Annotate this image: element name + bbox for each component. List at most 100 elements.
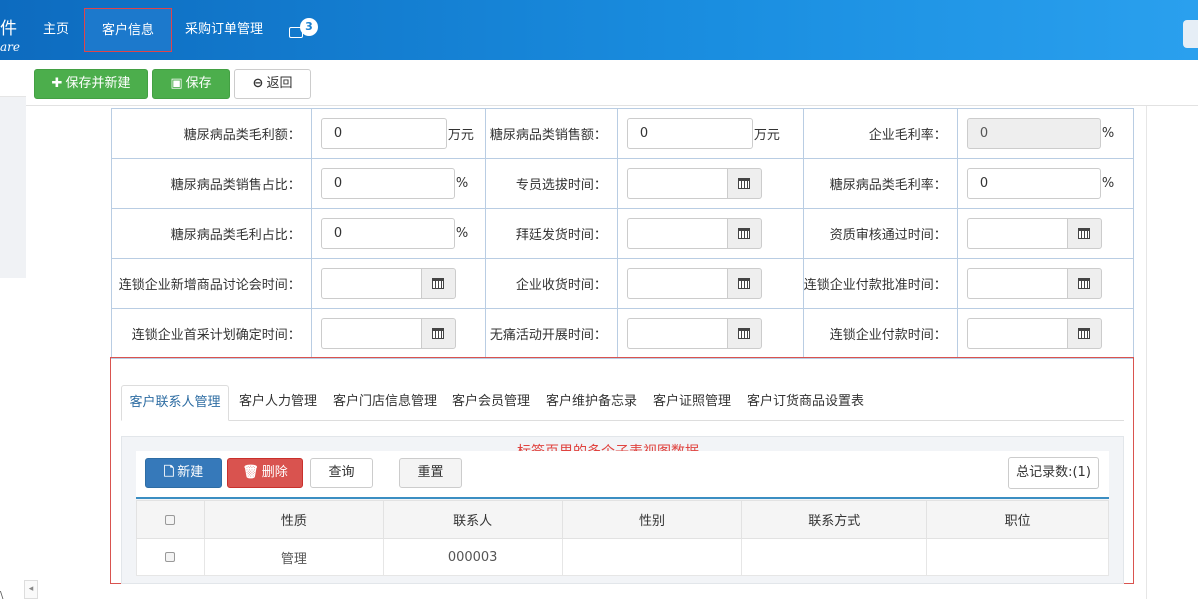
payment-approval-date[interactable] [966,268,1102,299]
tab-order-products[interactable]: 客户订货商品设置表 [747,385,864,421]
delete-label: 删除 [261,465,288,480]
column-header[interactable]: 联系方式 [741,500,928,539]
new-button[interactable]: 🗋 新建 [145,458,222,488]
delete-button[interactable]: 🗑 删除 [227,458,303,488]
nav-home[interactable]: 主页 [30,0,82,60]
table-row[interactable]: 管理 000003 [136,538,1109,576]
tab-members[interactable]: 客户会员管理 [452,385,530,421]
unit-label: % [455,226,469,241]
calendar-icon[interactable] [1066,318,1102,349]
field-label: 连锁企业首采计划确定时间： [111,308,312,359]
form-row: 连锁企业首采计划确定时间： 无痛活动开展时间： 连锁企业付款时间： [111,308,1135,359]
query-button[interactable]: 查询 [310,458,373,488]
calendar-icon[interactable] [726,168,762,199]
field-label: 连锁企业付款时间： [802,308,958,359]
tab-memos[interactable]: 客户维护备忘录 [546,385,637,421]
column-header[interactable]: 职位 [926,500,1109,539]
field-label: 糖尿病品类毛利额： [111,108,312,159]
specialist-selection-date[interactable] [626,168,762,199]
contacts-table: 性质 联系人 性别 联系方式 职位 管理 000003 [136,500,1109,576]
table-cell: 管理 [203,538,384,576]
tab-staff[interactable]: 客户人力管理 [239,385,317,421]
company-margin-input: 0 [966,118,1101,149]
qualification-approval-date[interactable] [966,218,1102,249]
form-row: 糖尿病品类毛利占比： 0% 拜廷发货时间： 资质审核通过时间： [111,208,1135,259]
column-header[interactable]: 性别 [561,500,743,539]
reset-button[interactable]: 重置 [399,458,462,488]
floppy-icon: ▣ [170,76,183,91]
new-label: 新建 [177,465,204,480]
calendar-icon[interactable] [1066,218,1102,249]
top-navbar: 件 are 主页 客户信息 采购订单管理 3 [0,0,1198,60]
back-label: 返回 [266,76,293,91]
tab-licenses[interactable]: 客户证照管理 [653,385,731,421]
nav-pages[interactable]: 3 [280,0,320,60]
tab-stores[interactable]: 客户门店信息管理 [333,385,437,421]
calendar-icon[interactable] [726,268,762,299]
select-all-checkbox[interactable] [165,514,176,525]
save-and-new-label: 保存并新建 [65,76,131,91]
calendar-icon[interactable] [420,268,456,299]
first-purchase-plan-date[interactable] [320,318,456,349]
plus-icon: ✚ [51,76,63,91]
nav-purchase-orders[interactable]: 采购订单管理 [178,0,270,60]
painless-activity-date[interactable] [626,318,762,349]
diabetes-gross-profit-input[interactable]: 0 [320,118,447,149]
row-select-cell [136,538,205,576]
unit-label: % [1101,176,1115,191]
row-checkbox[interactable] [165,552,176,562]
tab-contacts[interactable]: 客户联系人管理 [121,385,229,421]
unit-label: % [455,176,469,191]
new-product-meeting-date[interactable] [320,268,456,299]
table-cell [926,538,1109,576]
diabetes-sales-share-input[interactable]: 0 [320,168,455,199]
notification-badge: 3 [300,18,318,36]
field-label: 连锁企业新增商品讨论会时间： [111,258,312,309]
shipment-date[interactable] [626,218,762,249]
circle-back-icon: ⊖ [252,76,264,91]
diabetes-margin-input[interactable]: 0 [966,168,1101,199]
calendar-icon[interactable] [726,218,762,249]
field-label: 资质审核通过时间： [802,208,958,259]
subtable-toolbar: 🗋 新建 🗑 删除 查询 重置 [136,451,1109,499]
user-avatar[interactable] [1183,20,1198,48]
diabetes-profit-share-input[interactable]: 0 [320,218,455,249]
nav-customer-info[interactable]: 客户信息 [84,8,172,52]
calendar-icon[interactable] [1066,268,1102,299]
divider [1146,106,1147,599]
file-icon: 🗋 [163,465,175,480]
diabetes-sales-input[interactable]: 0 [626,118,753,149]
form-row: 连锁企业新增商品讨论会时间： 企业收货时间： 连锁企业付款批准时间： [111,258,1135,309]
total-records: 总记录数:(1) [1008,457,1099,489]
field-label: 企业毛利率： [802,108,958,159]
table-cell [561,538,743,576]
form-row: 糖尿病品类销售占比： 0% 专员选拔时间： 糖尿病品类毛利率： 0% [111,158,1135,209]
corner-glyph: \ [0,590,4,601]
column-header[interactable]: 联系人 [382,500,563,539]
table-header-row: 性质 联系人 性别 联系方式 职位 [136,500,1109,539]
unit-label: 万元 [447,128,474,143]
field-label: 糖尿病品类销售额： [485,108,618,159]
logo-subtext: are [0,40,20,54]
column-header[interactable]: 性质 [203,500,384,539]
field-label: 企业收货时间： [485,258,618,309]
logo-text: 件 [0,19,17,39]
field-label: 无痛活动开展时间： [485,308,618,359]
scroll-left-arrow[interactable]: ◂ [24,580,38,599]
payment-date[interactable] [966,318,1102,349]
table-cell [741,538,928,576]
table-cell: 000003 [382,538,563,576]
save-button[interactable]: ▣ 保存 [152,69,230,99]
save-label: 保存 [185,76,212,91]
field-label: 糖尿病品类销售占比： [111,158,312,209]
save-and-new-button[interactable]: ✚ 保存并新建 [34,69,148,99]
unit-label: % [1101,126,1115,141]
field-label: 专员选拔时间： [485,158,618,209]
unit-label: 万元 [753,128,780,143]
calendar-icon[interactable] [726,318,762,349]
select-all-cell [136,500,205,539]
calendar-icon[interactable] [420,318,456,349]
back-button[interactable]: ⊖ 返回 [234,69,311,99]
goods-received-date[interactable] [626,268,762,299]
customer-form: 糖尿病品类毛利额： 0 万元 糖尿病品类销售额： 0 万元 企业毛利率： 0% 糖尿… [111,108,1135,359]
